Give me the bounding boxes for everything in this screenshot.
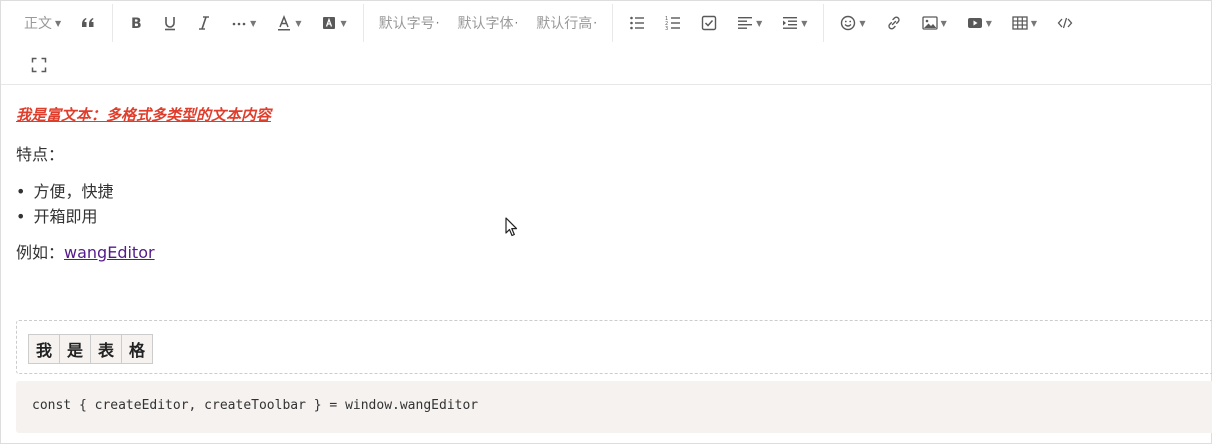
insert-table-button[interactable]: ▼ bbox=[1002, 7, 1047, 39]
caret-down-icon: ▼ bbox=[801, 18, 808, 28]
table-cell[interactable]: 是 bbox=[59, 334, 91, 364]
toolbar-divider bbox=[823, 4, 825, 42]
caret-down-icon: ▼ bbox=[295, 18, 302, 28]
bulleted-list-icon bbox=[629, 15, 645, 31]
toolbar-row-2 bbox=[21, 45, 57, 85]
bold-icon: B bbox=[129, 15, 143, 31]
quote-icon bbox=[80, 15, 96, 31]
mouse-cursor-icon bbox=[505, 217, 518, 237]
caret-down-icon: ▼ bbox=[940, 18, 947, 28]
features-label: 特点： bbox=[16, 145, 65, 164]
editor-toolbar: 正文 ▼ B ▼ ▼ ▼ 默认字号 · 默认字体 · 默认行高 · 1 2 3 ▼ ▼ ▼ ▼ ▼ ▼ bbox=[1, 1, 1212, 85]
more-format-button[interactable]: ▼ bbox=[221, 7, 266, 39]
rich-text-editor: 正文 ▼ B ▼ ▼ ▼ 默认字号 · 默认字体 · 默认行高 · 1 2 3 ▼ ▼ ▼ ▼ ▼ ▼ 我是富文本：多格… bbox=[0, 0, 1212, 444]
bold-button[interactable]: B bbox=[119, 7, 153, 39]
todo-button[interactable] bbox=[691, 7, 727, 39]
table-cell[interactable]: 表 bbox=[90, 334, 122, 364]
fullscreen-icon bbox=[31, 57, 47, 73]
table-icon bbox=[1012, 15, 1028, 31]
blockquote-button[interactable] bbox=[70, 7, 106, 39]
font-color-icon bbox=[276, 15, 292, 31]
code-text: const { createEditor, createToolbar } = … bbox=[32, 398, 479, 413]
list-item: 开箱即用 bbox=[16, 204, 113, 229]
indent-icon bbox=[782, 15, 798, 31]
example-prefix: 例如： bbox=[16, 243, 65, 262]
paragraph-format-select-label: 正文 bbox=[24, 16, 52, 32]
align-left-icon bbox=[737, 15, 753, 31]
caret-down-icon: ▼ bbox=[250, 18, 257, 28]
video-icon bbox=[967, 15, 983, 31]
italic-button[interactable] bbox=[187, 7, 221, 39]
example-line: 例如：wangEditor bbox=[16, 241, 155, 265]
svg-text:3: 3 bbox=[665, 26, 668, 31]
link-icon bbox=[886, 15, 902, 31]
underline-icon bbox=[163, 15, 177, 31]
svg-text:B: B bbox=[131, 16, 142, 31]
bg-color-icon bbox=[321, 15, 337, 31]
bulleted-list-button[interactable] bbox=[619, 7, 655, 39]
insert-video-button[interactable]: ▼ bbox=[957, 7, 1002, 39]
editor-content[interactable]: 我是富文本：多格式多类型的文本内容 特点： 方便，快捷 开箱即用 例如：wang… bbox=[1, 85, 1212, 445]
align-button[interactable]: ▼ bbox=[727, 7, 772, 39]
code-block[interactable]: const { createEditor, createToolbar } = … bbox=[16, 381, 1212, 433]
fullscreen-button[interactable] bbox=[21, 49, 57, 81]
font-family-select[interactable]: 默认字体 · bbox=[448, 7, 527, 39]
caret-down-icon: ▼ bbox=[756, 18, 763, 28]
caret-down-icon: ▼ bbox=[985, 18, 992, 28]
numbered-list-icon: 123 bbox=[665, 15, 681, 31]
font-color-button[interactable]: ▼ bbox=[266, 7, 311, 39]
indent-button[interactable]: ▼ bbox=[772, 7, 817, 39]
line-height-select-label: 默认行高 bbox=[536, 16, 593, 32]
wangeditor-link[interactable]: wangEditor bbox=[64, 243, 155, 262]
dropdown-dot-icon: · bbox=[514, 16, 519, 30]
insert-link-button[interactable] bbox=[876, 7, 912, 39]
emotion-button[interactable]: ▼ bbox=[830, 7, 875, 39]
caret-down-icon: ▼ bbox=[1030, 18, 1038, 28]
bg-color-button[interactable]: ▼ bbox=[311, 7, 356, 39]
smiley-icon bbox=[840, 15, 856, 31]
bulleted-list: 方便，快捷 开箱即用 bbox=[16, 179, 113, 229]
italic-icon bbox=[197, 15, 211, 31]
toolbar-divider bbox=[362, 4, 364, 42]
content-table: 我 是 表 格 bbox=[28, 334, 153, 364]
headline-text: 我是富文本：多格式多类型的文本内容 bbox=[16, 106, 272, 124]
table-container: 我 是 表 格 bbox=[16, 320, 1212, 374]
font-size-select[interactable]: 默认字号 · bbox=[370, 7, 449, 39]
line-height-select[interactable]: 默认行高 · bbox=[527, 7, 606, 39]
code-icon bbox=[1057, 15, 1073, 31]
image-icon bbox=[921, 15, 938, 31]
dropdown-dot-icon: · bbox=[435, 16, 440, 30]
numbered-list-button[interactable]: 123 bbox=[655, 7, 691, 39]
dropdown-dot-icon: · bbox=[593, 16, 598, 30]
toolbar-divider bbox=[112, 4, 114, 42]
code-block-button[interactable] bbox=[1047, 7, 1083, 39]
font-size-select-label: 默认字号 bbox=[378, 16, 435, 32]
caret-down-icon: ▼ bbox=[859, 18, 866, 28]
paragraph-format-select[interactable]: 正文 ▼ bbox=[15, 7, 70, 39]
font-family-select-label: 默认字体 bbox=[457, 16, 514, 32]
table-cell[interactable]: 格 bbox=[121, 334, 153, 364]
toolbar-row-1: 正文 ▼ B ▼ ▼ ▼ 默认字号 · 默认字体 · 默认行高 · 1 2 3 ▼ ▼ ▼ ▼ ▼ ▼ bbox=[15, 3, 1083, 43]
list-item: 方便，快捷 bbox=[16, 179, 113, 204]
toolbar-divider bbox=[612, 4, 614, 42]
table-cell[interactable]: 我 bbox=[28, 334, 60, 364]
caret-down-icon: ▼ bbox=[55, 18, 62, 28]
insert-image-button[interactable]: ▼ bbox=[912, 7, 957, 39]
checkbox-icon bbox=[701, 15, 717, 31]
ellipsis-icon bbox=[231, 15, 247, 31]
underline-button[interactable] bbox=[153, 7, 187, 39]
caret-down-icon: ▼ bbox=[340, 18, 347, 28]
